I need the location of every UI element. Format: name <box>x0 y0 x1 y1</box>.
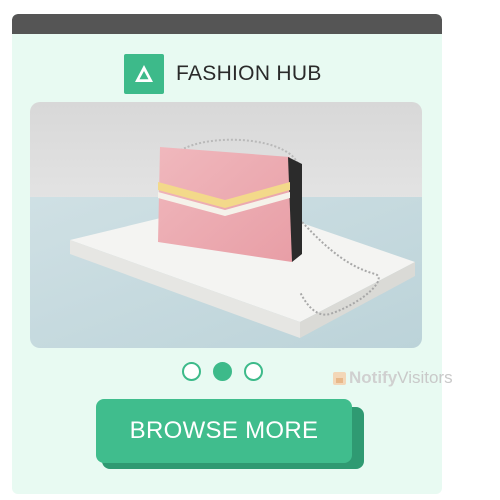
watermark-part1: Notify <box>349 368 398 387</box>
promo-card: FASHION HUB BROWSE MORE <box>12 14 442 494</box>
watermark-part2: Visitors <box>397 368 453 387</box>
carousel-dot-2[interactable] <box>213 361 232 381</box>
notifyvisitors-logo-icon <box>333 371 346 385</box>
carousel-dot-3[interactable] <box>244 361 263 381</box>
card-top-bar <box>12 14 442 34</box>
hero-image <box>30 102 422 348</box>
browse-more-button[interactable]: BROWSE MORE <box>96 399 352 463</box>
triangle-logo-icon <box>124 54 164 94</box>
brand-name: FASHION HUB <box>176 62 322 85</box>
carousel-dot-1[interactable] <box>182 361 201 381</box>
carousel-dots <box>182 360 263 382</box>
notifyvisitors-watermark: Notify Visitors <box>333 368 453 388</box>
brand-header: FASHION HUB <box>124 54 322 94</box>
